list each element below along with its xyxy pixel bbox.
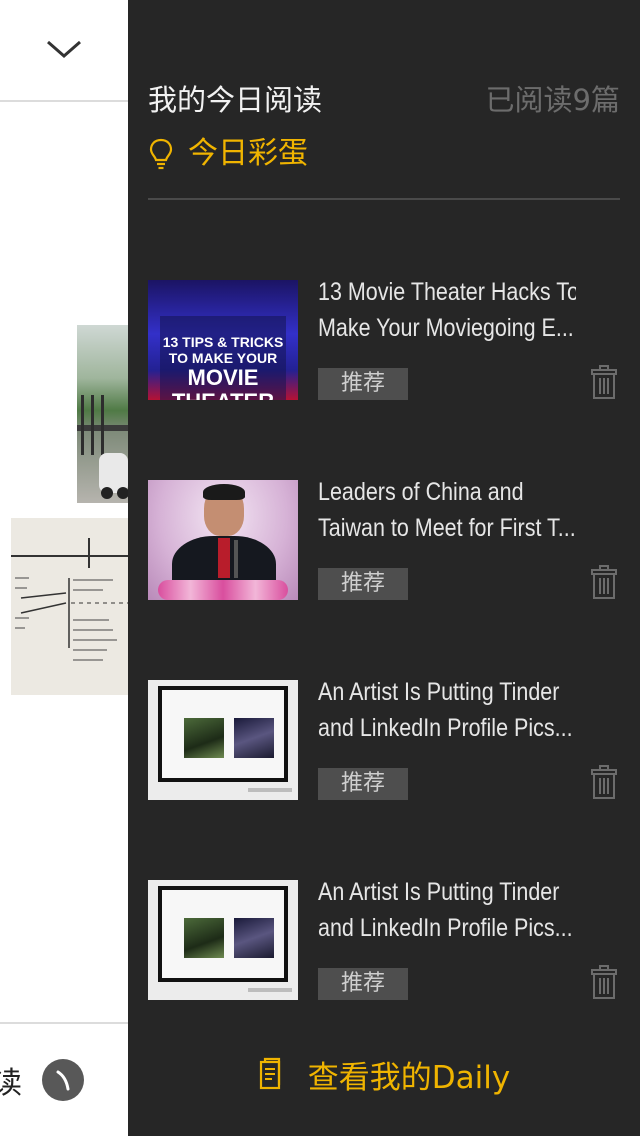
list-item[interactable]: An Artist Is Putting Tinder and LinkedIn…: [148, 878, 620, 1000]
trash-icon[interactable]: [588, 964, 620, 1000]
book-icon: [259, 1057, 280, 1090]
article-title: 13 Movie Theater Hacks To Make Your Movi…: [318, 278, 576, 342]
article-thumbnail: 13 TIPS & TRICKS TO MAKE YOUR MOVIE THEA…: [148, 280, 298, 400]
view-daily-label: 查看我的Daily: [307, 1059, 511, 1096]
background-page: 读: [0, 0, 128, 1136]
article-title: An Artist Is Putting Tinder and LinkedIn…: [318, 678, 573, 742]
read-count: 已阅读9篇: [485, 83, 620, 117]
article-thumbnail: [148, 480, 298, 600]
tag-badge: 推荐: [318, 368, 408, 400]
chevron-down-icon[interactable]: [44, 34, 84, 62]
list-item[interactable]: 13 TIPS & TRICKS TO MAKE YOUR MOVIE THEA…: [148, 278, 620, 400]
tag-badge: 推荐: [318, 568, 408, 600]
arrow-icon: [56, 1070, 70, 1091]
article-title: An Artist Is Putting Tinder and LinkedIn…: [318, 878, 573, 942]
article-thumbnail: [148, 880, 298, 1000]
trash-icon[interactable]: [588, 564, 620, 600]
list-item[interactable]: An Artist Is Putting Tinder and LinkedIn…: [148, 678, 620, 800]
article-image[interactable]: [77, 325, 128, 503]
list-item[interactable]: Leaders of China and Taiwan to Meet for …: [148, 478, 620, 600]
article-title: Leaders of China and Taiwan to Meet for …: [318, 478, 576, 542]
tag-badge: 推荐: [318, 968, 408, 1000]
trash-icon[interactable]: [588, 764, 620, 800]
divider: [0, 100, 128, 102]
reading-drawer: 我的今日阅读 已阅读9篇 今日彩蛋 13 TIPS & TRICKS TO MA…: [128, 0, 640, 1136]
easter-egg-label: 今日彩蛋: [188, 136, 308, 171]
tag-badge: 推荐: [318, 768, 408, 800]
bottom-label: 读: [0, 1066, 22, 1101]
drawer-title: 我的今日阅读: [148, 83, 323, 117]
article-thumbnail: [148, 680, 298, 800]
divider: [148, 198, 620, 200]
view-daily-button[interactable]: 查看我的Daily: [128, 1046, 640, 1102]
back-button[interactable]: [42, 1059, 84, 1101]
trash-icon[interactable]: [588, 364, 620, 400]
article-image[interactable]: [11, 518, 128, 695]
lightbulb-icon: [149, 138, 173, 170]
easter-egg-link[interactable]: 今日彩蛋: [148, 132, 308, 176]
divider: [0, 1022, 128, 1024]
